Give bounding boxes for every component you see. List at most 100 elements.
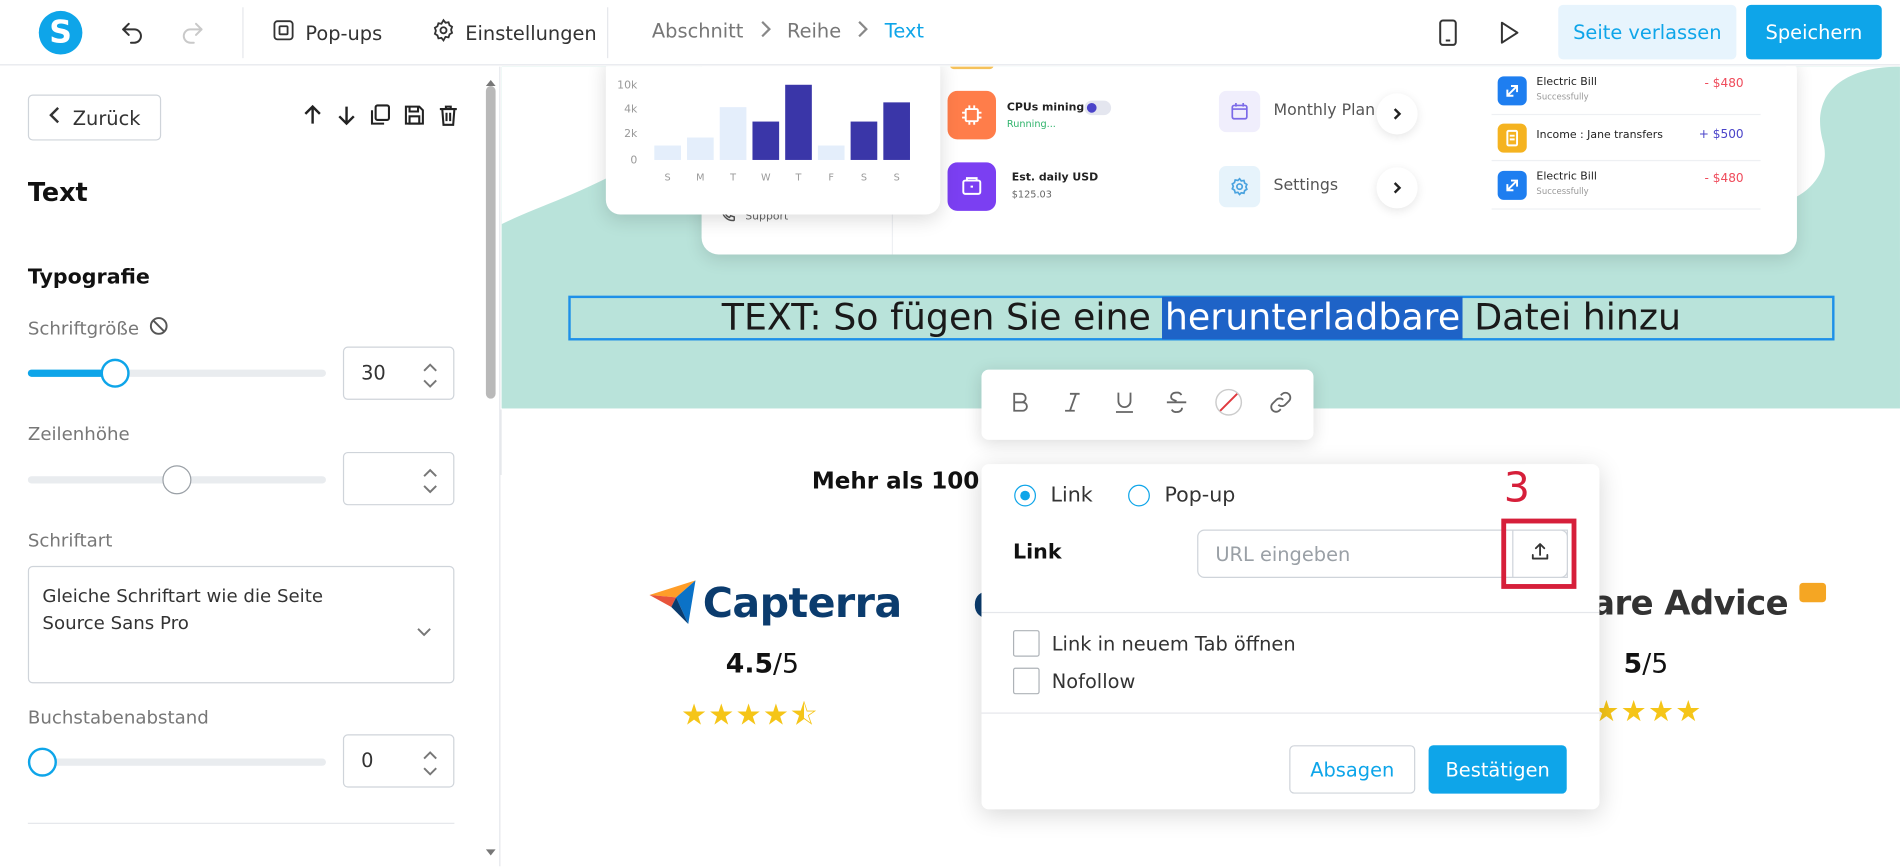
chart-axis-label: 2k: [624, 127, 638, 140]
breadcrumb-section[interactable]: Abschnitt: [652, 19, 744, 42]
settings-button[interactable]: Einstellungen: [431, 17, 597, 49]
chart-bar: [850, 121, 878, 160]
letter-spacing-slider[interactable]: [27, 747, 326, 777]
undo-icon[interactable]: [118, 18, 147, 47]
letter-spacing-label-text: Buchstabenabstand: [27, 706, 209, 729]
stepper-icon[interactable]: [422, 359, 439, 410]
text-color-icon[interactable]: [1214, 388, 1243, 422]
checkbox-new-tab-box[interactable]: [1012, 630, 1040, 657]
chart-day-label: M: [696, 173, 704, 184]
scrollbar-thumb[interactable]: [485, 86, 496, 399]
font-size-slider[interactable]: [27, 358, 326, 388]
text-format-toolbar: [981, 369, 1314, 440]
save-template-icon[interactable]: [402, 103, 426, 132]
stepper-icon[interactable]: [422, 464, 439, 515]
app-logo[interactable]: S: [38, 10, 83, 55]
software-advice-logo: are Advice: [1592, 582, 1826, 623]
element-toolbar: [301, 103, 461, 132]
selected-text-element[interactable]: TEXT: So fügen Sie eine herunterladbare …: [568, 295, 1835, 341]
chart-bar: [687, 137, 714, 160]
line-height-slider-handle[interactable]: [162, 465, 192, 495]
chart-day-label: S: [861, 173, 867, 184]
decor-shape: [949, 66, 994, 70]
strikethrough-icon[interactable]: [1162, 388, 1191, 422]
capterra-logo: Capterra: [647, 576, 902, 632]
line-height-input[interactable]: [342, 451, 455, 506]
checkbox-new-tab[interactable]: Link in neuem Tab öffnen: [1012, 630, 1296, 657]
transactions-list: Electric Bill Successfully - $480 Income…: [1491, 67, 1761, 210]
popups-button[interactable]: Pop-ups: [271, 17, 382, 49]
line-height-slider[interactable]: [27, 465, 326, 495]
radio-popup-indicator[interactable]: [1128, 484, 1150, 507]
text-before[interactable]: TEXT: So fügen Sie eine: [722, 297, 1163, 339]
leave-page-button[interactable]: Seite verlassen: [1558, 4, 1737, 60]
cpu-icon: [947, 90, 997, 140]
breadcrumb-text[interactable]: Text: [885, 19, 924, 42]
chart-axis-label: 0: [630, 154, 637, 167]
font-family-select[interactable]: Gleiche Schriftart wie die Seite Source …: [27, 565, 455, 684]
text-selection[interactable]: herunterladbare: [1162, 296, 1463, 340]
annotation-number: 3: [1503, 464, 1530, 513]
chevron-left-icon: [49, 105, 61, 129]
arrow-down-icon[interactable]: [334, 103, 358, 132]
radio-popup[interactable]: Pop-up: [1128, 483, 1235, 508]
stepper-icon[interactable]: [422, 746, 439, 797]
calendar-icon: [1218, 90, 1261, 133]
transfer-icon: [1497, 170, 1527, 200]
italic-icon[interactable]: [1058, 388, 1087, 422]
gear-icon: [1218, 166, 1261, 208]
trash-icon[interactable]: [436, 103, 460, 132]
font-size-slider-handle[interactable]: [100, 358, 130, 388]
copy-icon[interactable]: [368, 103, 392, 132]
letter-spacing-input[interactable]: 0: [342, 734, 455, 788]
capterra-arrow-icon: [647, 576, 698, 632]
usd-title: Est. daily USD: [1011, 172, 1099, 185]
mobile-preview-icon[interactable]: [1433, 18, 1462, 47]
chart-bar: [883, 102, 910, 160]
text-after[interactable]: Datei hinzu: [1463, 297, 1681, 339]
bold-icon[interactable]: [1006, 388, 1035, 422]
bar-chart: 10k 4k 2k 0 S M T W T F S S: [617, 78, 910, 184]
link-icon[interactable]: [1266, 388, 1295, 422]
radio-link[interactable]: Link: [1014, 483, 1093, 508]
cpu-toggle: [1084, 100, 1112, 116]
cancel-button[interactable]: Absagen: [1289, 745, 1416, 794]
software-advice-stars: ★★★★: [1593, 694, 1703, 729]
checkbox-nofollow-box[interactable]: [1012, 667, 1040, 695]
capterra-rating: 4.5/5: [726, 649, 799, 679]
line-height-label: Zeilenhöhe: [28, 423, 130, 445]
arrow-up-icon[interactable]: [301, 103, 325, 132]
chevron-right-icon: [758, 19, 773, 42]
chart-day-label: T: [729, 173, 736, 184]
panel-title: Text: [27, 178, 88, 208]
panel-scrollbar[interactable]: [483, 67, 498, 867]
letter-spacing-slider-handle[interactable]: [27, 747, 57, 777]
usd-value: $125.03: [1011, 189, 1052, 200]
chevron-right-icon: [1376, 93, 1418, 135]
font-family-label-text: Schriftart: [27, 529, 113, 552]
redo-icon[interactable]: [178, 18, 207, 47]
scroll-down-icon[interactable]: [485, 840, 497, 863]
back-button[interactable]: Zurück: [27, 94, 162, 141]
chevron-right-icon: [1376, 167, 1418, 209]
confirm-button[interactable]: Bestätigen: [1428, 745, 1567, 794]
reviews-headline: Mehr als 100.0: [811, 467, 1005, 495]
transaction-row: Income : Jane transfers + $500: [1491, 115, 1761, 162]
letter-spacing-label: Buchstabenabstand: [28, 706, 209, 728]
settings-label: Einstellungen: [465, 21, 597, 45]
reset-icon[interactable]: [149, 316, 168, 340]
popups-label: Pop-ups: [305, 21, 383, 45]
save-button[interactable]: Speichern: [1746, 4, 1882, 60]
breadcrumb: Abschnitt Reihe Text: [652, 19, 924, 42]
software-advice-score: 5: [1623, 649, 1643, 680]
radio-link-indicator[interactable]: [1014, 484, 1037, 507]
chart-bar: [752, 121, 780, 160]
checkbox-nofollow[interactable]: Nofollow: [1012, 667, 1135, 695]
play-preview-icon[interactable]: [1494, 18, 1523, 47]
divider: [607, 7, 609, 59]
breadcrumb-row[interactable]: Reihe: [787, 19, 841, 42]
underline-icon[interactable]: [1110, 388, 1139, 422]
monthly-plan-label: Monthly Plan: [1273, 101, 1376, 120]
chart-axis-label: 10k: [617, 78, 638, 91]
font-size-input[interactable]: 30: [342, 346, 455, 400]
